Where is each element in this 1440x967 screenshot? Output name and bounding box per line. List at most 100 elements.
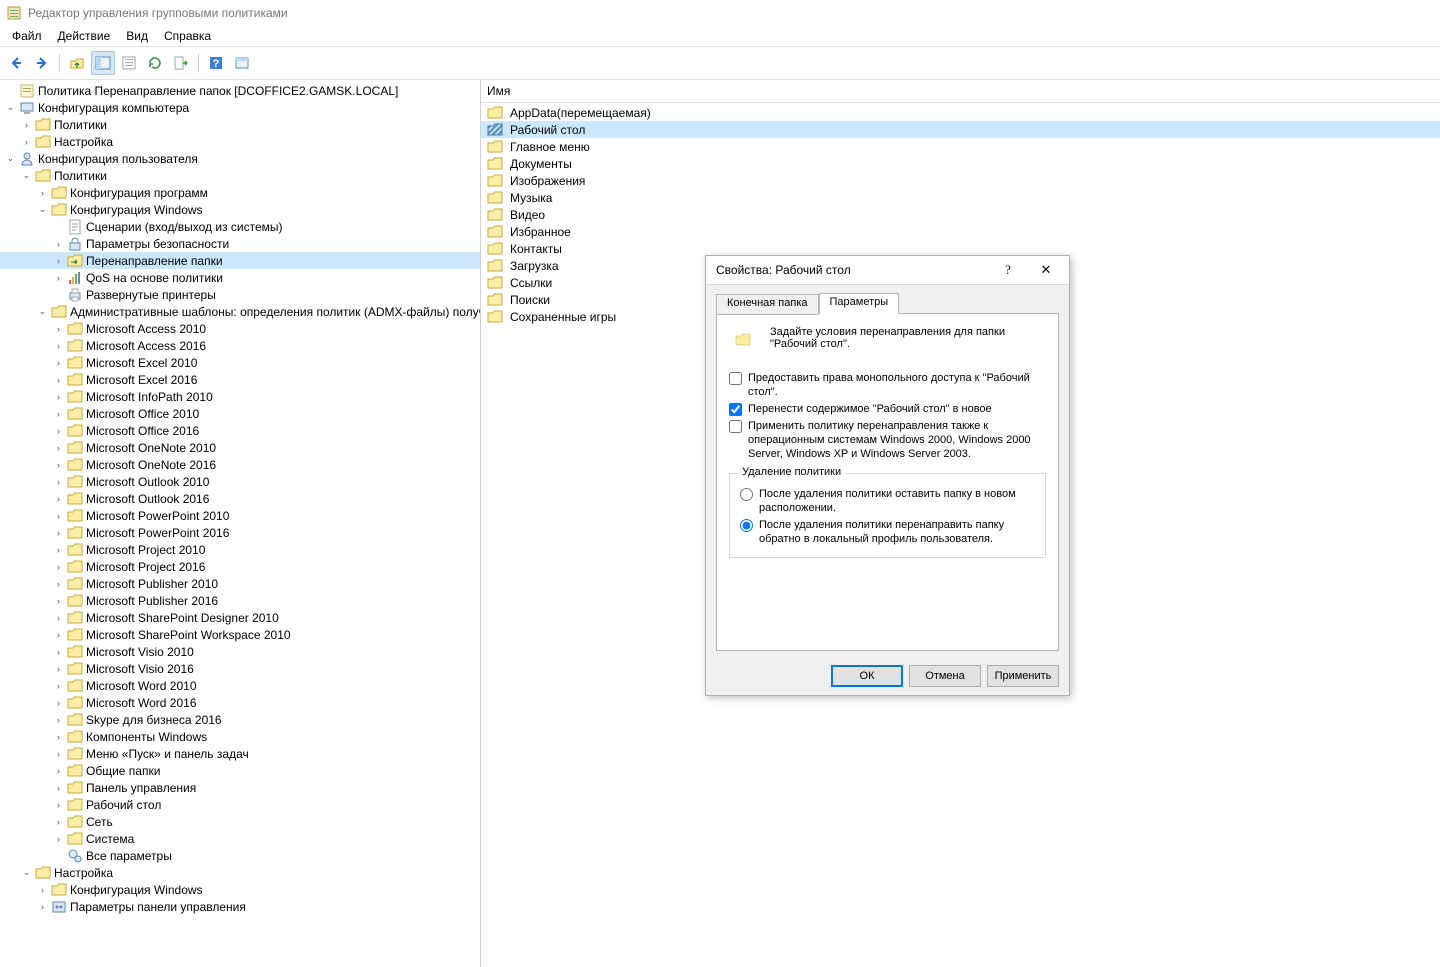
expand-icon[interactable]: ›	[52, 611, 65, 624]
expand-icon[interactable]: ›	[52, 730, 65, 743]
tab-settings[interactable]: Параметры	[819, 293, 900, 314]
filter-button[interactable]	[230, 51, 254, 75]
dialog-help-button[interactable]: ?	[989, 258, 1027, 282]
tree-adm-30[interactable]: ›Система	[0, 830, 480, 847]
radio-redirect-back[interactable]: После удаления политики перенаправить па…	[740, 518, 1035, 546]
expand-icon[interactable]: ›	[52, 747, 65, 760]
export-button[interactable]	[169, 51, 193, 75]
tree-uc-preferences[interactable]: ⌄Настройка	[0, 864, 480, 881]
tree-pref-control-panel[interactable]: ›Параметры панели управления	[0, 898, 480, 915]
expand-icon[interactable]: ›	[52, 373, 65, 386]
tree-adm-6[interactable]: ›Microsoft Office 2016	[0, 422, 480, 439]
help-button[interactable]: ?	[204, 51, 228, 75]
tree-adm-2[interactable]: ›Microsoft Excel 2010	[0, 354, 480, 371]
expand-icon[interactable]: ›	[52, 696, 65, 709]
expand-icon[interactable]: ›	[52, 594, 65, 607]
tree-adm-5[interactable]: ›Microsoft Office 2010	[0, 405, 480, 422]
expand-icon[interactable]: ›	[52, 237, 65, 250]
expand-icon[interactable]: ›	[52, 407, 65, 420]
expand-icon[interactable]: ›	[52, 390, 65, 403]
tree-software-settings[interactable]: ›Конфигурация программ	[0, 184, 480, 201]
expand-icon[interactable]: ›	[52, 441, 65, 454]
tree-cc-policies[interactable]: ›Политики	[0, 116, 480, 133]
back-button[interactable]	[4, 51, 28, 75]
tree-adm-11[interactable]: ›Microsoft PowerPoint 2010	[0, 507, 480, 524]
tree-adm-0[interactable]: ›Microsoft Access 2010	[0, 320, 480, 337]
expand-icon[interactable]: ›	[52, 322, 65, 335]
expand-icon[interactable]: ›	[20, 135, 33, 148]
expand-icon[interactable]: ›	[52, 815, 65, 828]
expand-icon[interactable]: ›	[20, 118, 33, 131]
expand-icon[interactable]: ›	[52, 492, 65, 505]
menu-help[interactable]: Справка	[156, 27, 219, 45]
tree-root[interactable]: Политика Перенаправление папок [DCOFFICE…	[0, 82, 480, 99]
checkbox-exclusive-rights[interactable]: Предоставить права монопольного доступа …	[729, 371, 1046, 399]
dialog-title-bar[interactable]: Свойства: Рабочий стол ? ✕	[706, 256, 1069, 285]
show-hide-tree-button[interactable]	[91, 51, 115, 75]
expand-icon[interactable]: ›	[52, 526, 65, 539]
tree-security[interactable]: ›Параметры безопасности	[0, 235, 480, 252]
tree-adm-14[interactable]: ›Microsoft Project 2016	[0, 558, 480, 575]
tree-adm-15[interactable]: ›Microsoft Publisher 2010	[0, 575, 480, 592]
collapse-icon[interactable]: ⌄	[4, 152, 17, 165]
list-item[interactable]: Главное меню	[481, 138, 1440, 155]
expand-icon[interactable]: ›	[52, 832, 65, 845]
expand-icon[interactable]: ›	[52, 645, 65, 658]
tree-adm-19[interactable]: ›Microsoft Visio 2010	[0, 643, 480, 660]
tree-adm-20[interactable]: ›Microsoft Visio 2016	[0, 660, 480, 677]
collapse-icon[interactable]: ⌄	[36, 305, 49, 318]
radio-leave-folder[interactable]: После удаления политики оставить папку в…	[740, 487, 1035, 515]
tree-windows-settings[interactable]: ⌄Конфигурация Windows	[0, 201, 480, 218]
expand-icon[interactable]: ›	[52, 509, 65, 522]
tree-adm-9[interactable]: ›Microsoft Outlook 2010	[0, 473, 480, 490]
tree-adm-28[interactable]: ›Рабочий стол	[0, 796, 480, 813]
tree-all-settings[interactable]: Все параметры	[0, 847, 480, 864]
cancel-button[interactable]: Отмена	[909, 665, 981, 687]
expand-icon[interactable]: ›	[52, 781, 65, 794]
tree-uc-policies[interactable]: ⌄Политики	[0, 167, 480, 184]
tree-cc-preferences[interactable]: ›Настройка	[0, 133, 480, 150]
list-item[interactable]: Избранное	[481, 223, 1440, 240]
tree-adm-16[interactable]: ›Microsoft Publisher 2016	[0, 592, 480, 609]
tree-printers[interactable]: Развернутые принтеры	[0, 286, 480, 303]
expand-icon[interactable]: ›	[52, 764, 65, 777]
tree-computer-config[interactable]: ⌄Конфигурация компьютера	[0, 99, 480, 116]
expand-icon[interactable]: ›	[52, 662, 65, 675]
tree-adm-8[interactable]: ›Microsoft OneNote 2016	[0, 456, 480, 473]
forward-button[interactable]	[30, 51, 54, 75]
properties-button[interactable]	[117, 51, 141, 75]
tree-pane[interactable]: Политика Перенаправление папок [DCOFFICE…	[0, 80, 481, 967]
list-item[interactable]: Рабочий стол	[481, 121, 1440, 138]
tree-qos[interactable]: ›QoS на основе политики	[0, 269, 480, 286]
apply-button[interactable]: Применить	[987, 665, 1059, 687]
collapse-icon[interactable]: ⌄	[4, 101, 17, 114]
expand-icon[interactable]: ›	[52, 798, 65, 811]
expand-icon[interactable]: ›	[52, 356, 65, 369]
refresh-button[interactable]	[143, 51, 167, 75]
tree-adm-4[interactable]: ›Microsoft InfoPath 2010	[0, 388, 480, 405]
expand-icon[interactable]: ›	[52, 713, 65, 726]
expand-icon[interactable]: ›	[52, 577, 65, 590]
list-item[interactable]: Документы	[481, 155, 1440, 172]
expand-icon[interactable]: ›	[52, 679, 65, 692]
menu-view[interactable]: Вид	[118, 27, 156, 45]
expand-icon[interactable]: ›	[36, 186, 49, 199]
up-button[interactable]	[65, 51, 89, 75]
collapse-icon[interactable]: ⌄	[36, 203, 49, 216]
expand-icon[interactable]: ›	[52, 628, 65, 641]
expand-icon[interactable]: ›	[52, 254, 65, 267]
list-item[interactable]: Видео	[481, 206, 1440, 223]
tree-adm-10[interactable]: ›Microsoft Outlook 2016	[0, 490, 480, 507]
expand-icon[interactable]: ›	[52, 458, 65, 471]
expand-icon[interactable]: ›	[36, 900, 49, 913]
tree-user-config[interactable]: ⌄Конфигурация пользователя	[0, 150, 480, 167]
tab-target[interactable]: Конечная папка	[716, 294, 819, 315]
tree-adm-26[interactable]: ›Общие папки	[0, 762, 480, 779]
tree-adm-24[interactable]: ›Компоненты Windows	[0, 728, 480, 745]
list-item[interactable]: Изображения	[481, 172, 1440, 189]
expand-icon[interactable]: ›	[52, 475, 65, 488]
collapse-icon[interactable]: ⌄	[20, 866, 33, 879]
tree-folder-redirection[interactable]: ›Перенаправление папки	[0, 252, 480, 269]
expand-icon[interactable]: ›	[52, 271, 65, 284]
dialog-close-button[interactable]: ✕	[1027, 258, 1065, 282]
